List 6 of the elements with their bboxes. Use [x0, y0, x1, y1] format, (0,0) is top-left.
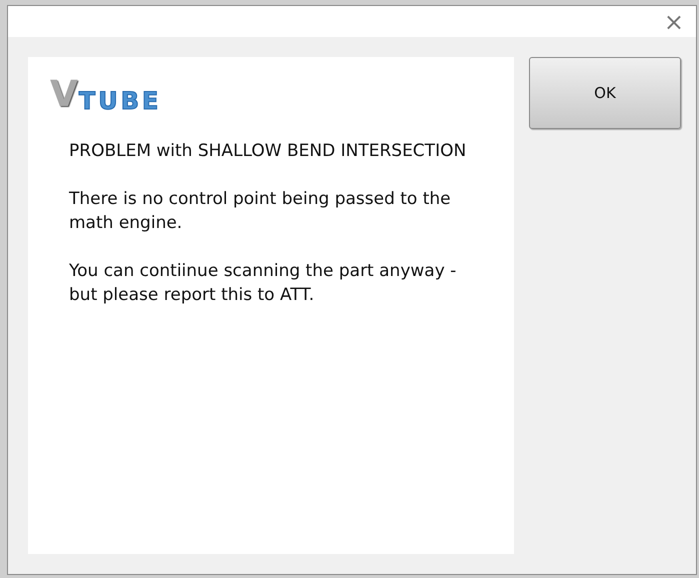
- message-text: There is no control point being passed to the math engine.: [69, 188, 452, 235]
- logo: VTUBE: [50, 77, 162, 113]
- ok-button[interactable]: OK: [529, 57, 681, 129]
- message-text: You can contiinue scanning the part anyway - but please report this to ATT.: [69, 260, 458, 307]
- message-title: PROBLEM with SHALLOW BEND INTERSECTION: [69, 140, 468, 163]
- close-button[interactable]: ×: [652, 10, 696, 34]
